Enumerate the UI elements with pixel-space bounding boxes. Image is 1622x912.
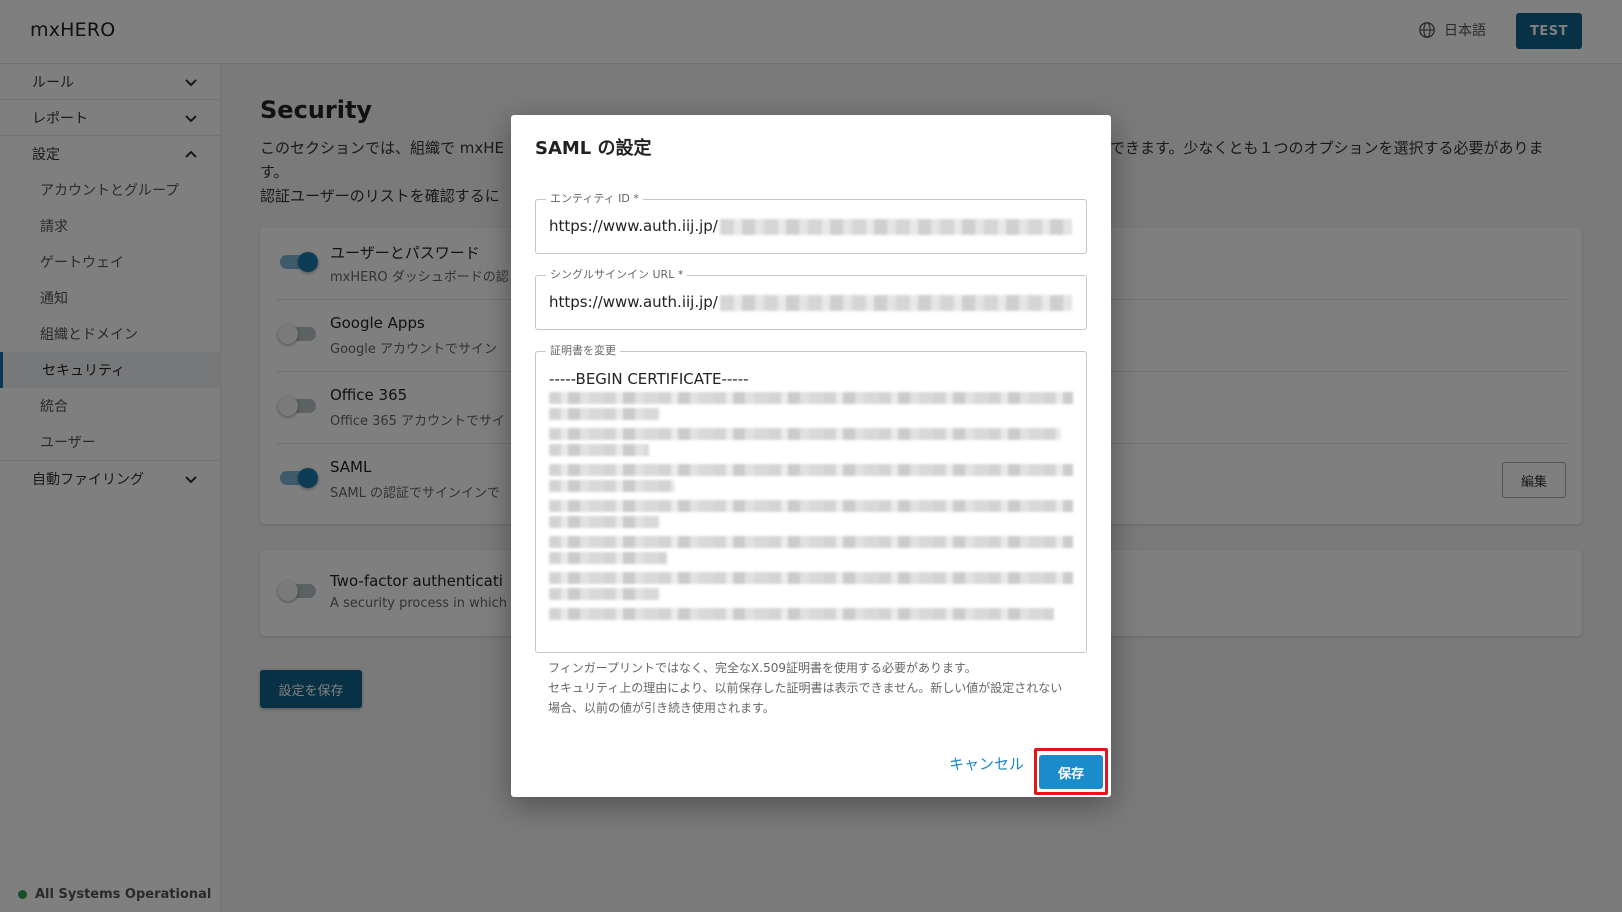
redacted-certificate-line bbox=[549, 516, 659, 528]
entity-id-input[interactable]: https://www.auth.iij.jp/ bbox=[549, 217, 1072, 235]
field-value-text: https://www.auth.iij.jp/ bbox=[549, 293, 718, 311]
save-button[interactable]: 保存 bbox=[1039, 755, 1103, 789]
certificate-field[interactable]: 証明書を変更 -----BEGIN CERTIFICATE----- bbox=[535, 344, 1087, 653]
helper-line: フィンガープリントではなく、完全なX.509証明書を使用する必要があります。 bbox=[548, 661, 977, 675]
field-label: シングルサインイン URL * bbox=[546, 268, 688, 282]
saml-settings-dialog: SAML の設定 エンティティ ID * https://www.auth.ii… bbox=[511, 115, 1111, 797]
redacted-certificate-line bbox=[549, 428, 1061, 440]
field-label: エンティティ ID * bbox=[546, 192, 643, 206]
redacted-certificate-line bbox=[549, 444, 649, 456]
redacted-certificate-line bbox=[549, 392, 1073, 404]
helper-line: セキュリティ上の理由により、以前保存した証明書は表示できません。新しい値が設定さ… bbox=[548, 681, 1063, 695]
redacted-certificate-line bbox=[549, 588, 659, 600]
redacted-value bbox=[719, 218, 1072, 235]
redacted-certificate-line bbox=[549, 536, 1073, 548]
certificate-begin-line: -----BEGIN CERTIFICATE----- bbox=[549, 370, 749, 388]
redacted-certificate-line bbox=[549, 552, 667, 564]
redacted-certificate-line bbox=[549, 608, 1054, 620]
redacted-certificate-line bbox=[549, 464, 1073, 476]
redacted-certificate-line bbox=[549, 408, 659, 420]
redacted-certificate-line bbox=[549, 500, 1073, 512]
field-value-text: https://www.auth.iij.jp/ bbox=[549, 217, 718, 235]
redacted-certificate-line bbox=[549, 480, 675, 492]
certificate-helper-text: フィンガープリントではなく、完全なX.509証明書を使用する必要があります。 セ… bbox=[548, 658, 1078, 718]
field-label: 証明書を変更 bbox=[546, 344, 620, 358]
redacted-certificate-line bbox=[549, 572, 1073, 584]
sso-url-input[interactable]: https://www.auth.iij.jp/ bbox=[549, 293, 1072, 311]
cancel-button[interactable]: キャンセル bbox=[949, 749, 1024, 777]
entity-id-field[interactable]: エンティティ ID * https://www.auth.iij.jp/ bbox=[535, 192, 1087, 254]
redacted-value bbox=[719, 294, 1072, 311]
dialog-title: SAML の設定 bbox=[535, 138, 652, 159]
sso-url-field[interactable]: シングルサインイン URL * https://www.auth.iij.jp/ bbox=[535, 268, 1087, 330]
helper-line: 場合、以前の値が引き続き使用されます。 bbox=[548, 701, 775, 715]
